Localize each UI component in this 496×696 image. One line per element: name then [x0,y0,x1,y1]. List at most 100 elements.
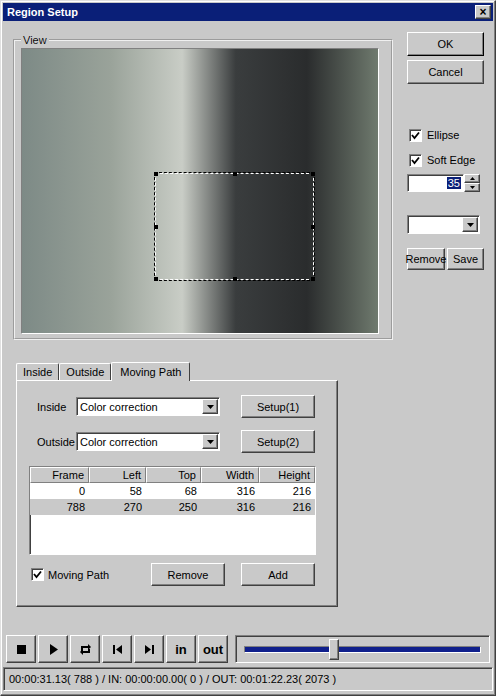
option-label: Soft Edge [427,154,475,166]
resize-handle[interactable] [154,172,158,176]
dropdown-arrow-icon [207,440,214,444]
step-back-icon [111,643,124,656]
effect-dropdown[interactable]: Color correction [76,397,220,416]
down-arrow-icon [470,186,475,189]
soft-edge-input[interactable]: 35 [407,174,464,192]
option-checkbox[interactable] [409,154,422,167]
region-rectangle[interactable] [155,173,314,280]
table-cell: 216 [259,499,315,515]
table-cell: 788 [30,499,89,515]
spin-down-button[interactable] [464,183,480,192]
add-keyframe-button[interactable]: Add [241,563,315,586]
option-row: Ellipse [407,127,484,143]
step-forward-icon [143,643,156,656]
table-cell: 216 [259,483,315,499]
table-cell: 68 [146,483,201,499]
resize-handle[interactable] [311,277,315,281]
check-icon [411,131,420,140]
remove-preset-button[interactable]: Remove [407,248,445,270]
table-row[interactable]: 788270250316216 [30,499,315,515]
table-cell: 316 [201,483,259,499]
effect-label: Inside [29,401,76,413]
spin-buttons [464,174,480,192]
left-column: ViewInsideOutsideMoving PathInsideColor … [13,30,393,629]
dropdown-arrow-icon [467,223,474,227]
cancel-button[interactable]: Cancel [407,60,484,84]
effect-label: Outside [29,436,76,448]
option-checkbox[interactable] [409,129,422,142]
stop-button[interactable] [6,635,36,663]
loop-button[interactable] [70,635,100,663]
close-button[interactable]: × [475,5,491,19]
view-label: View [21,34,49,46]
timeline-thumb[interactable] [329,639,339,660]
tab[interactable]: Inside [16,363,59,380]
mark-in-button[interactable]: in [166,635,196,663]
column-header[interactable]: Left [89,467,146,483]
status-text: 00:00:31.13( 788 ) / IN: 00:00:00.00( 0 … [9,673,336,685]
preset-dropdown[interactable] [407,215,480,234]
timeline-track[interactable] [244,646,481,653]
check-icon [33,570,42,579]
dropdown-arrow-icon [207,405,214,409]
tab[interactable]: Outside [59,363,111,380]
timeline-slider [235,635,490,663]
play-button[interactable] [38,635,68,663]
step-back-button[interactable] [102,635,132,663]
column-header[interactable]: Top [146,467,201,483]
keyframe-table: FrameLeftTopWidthHeight05868316216788270… [29,466,316,555]
setup-button[interactable]: Setup(2) [241,430,315,453]
option-row: Soft Edge [407,152,484,168]
spin-up-button[interactable] [464,174,480,183]
moving-path-controls: Moving Path Remove Add [29,563,337,586]
soft-edge-spin: 35 [407,174,480,192]
table-cell: 270 [89,499,146,515]
save-preset-button[interactable]: Save [447,248,484,270]
step-forward-button[interactable] [134,635,164,663]
table-cell: 250 [146,499,201,515]
table-cell: 58 [89,483,146,499]
column-header[interactable]: Frame [30,467,89,483]
resize-handle[interactable] [154,277,158,281]
resize-handle[interactable] [311,225,315,229]
moving-path-panel: InsideColor correctionSetup(1)OutsideCol… [16,380,338,607]
window-title: Region Setup [7,6,475,18]
preset-buttons: RemoveSave [407,248,484,270]
moving-path-checkbox[interactable] [31,568,44,581]
loop-icon [79,643,92,656]
play-icon [47,643,60,656]
ok-button[interactable]: OK [407,32,484,56]
remove-keyframe-button[interactable]: Remove [151,563,225,586]
effect-dropdown-value: Color correction [80,401,202,413]
check-icon [411,156,420,165]
table-cell: 0 [30,483,89,499]
effect-dropdown[interactable]: Color correction [76,432,220,451]
dropdown-button[interactable] [462,217,478,232]
tab-strip: InsideOutsideMoving Path [13,361,393,380]
resize-handle[interactable] [233,172,237,176]
resize-handle[interactable] [311,172,315,176]
right-column: OK Cancel Ellipse Soft Edge 35 RemoveSave [407,30,484,629]
moving-path-label: Moving Path [48,569,109,581]
column-header[interactable]: Width [201,467,259,483]
table-cell: 316 [201,499,259,515]
moving-path-option: Moving Path [29,568,151,581]
video-preview [21,48,379,334]
title-bar: Region Setup× [3,3,493,21]
table-row[interactable]: 05868316216 [30,483,315,499]
resize-handle[interactable] [233,277,237,281]
mark-out-button[interactable]: out [198,635,228,663]
effect-row: OutsideColor correction Setup(2) [29,430,337,453]
effect-row: Inside Color correction Setup(1) [29,395,337,418]
resize-handle[interactable] [154,225,158,229]
main-area: ViewInsideOutsideMoving PathInsideColor … [3,21,493,629]
setup-button[interactable]: Setup(1) [241,395,315,418]
tab[interactable]: Moving Path [111,362,190,381]
stop-icon [15,643,28,656]
up-arrow-icon [470,177,475,180]
dropdown-button[interactable] [202,434,218,449]
option-label: Ellipse [427,129,459,141]
column-header[interactable]: Height [259,467,315,483]
region-setup-dialog: Region Setup×ViewInsideOutsideMoving Pat… [0,0,496,696]
dropdown-button[interactable] [202,399,218,414]
